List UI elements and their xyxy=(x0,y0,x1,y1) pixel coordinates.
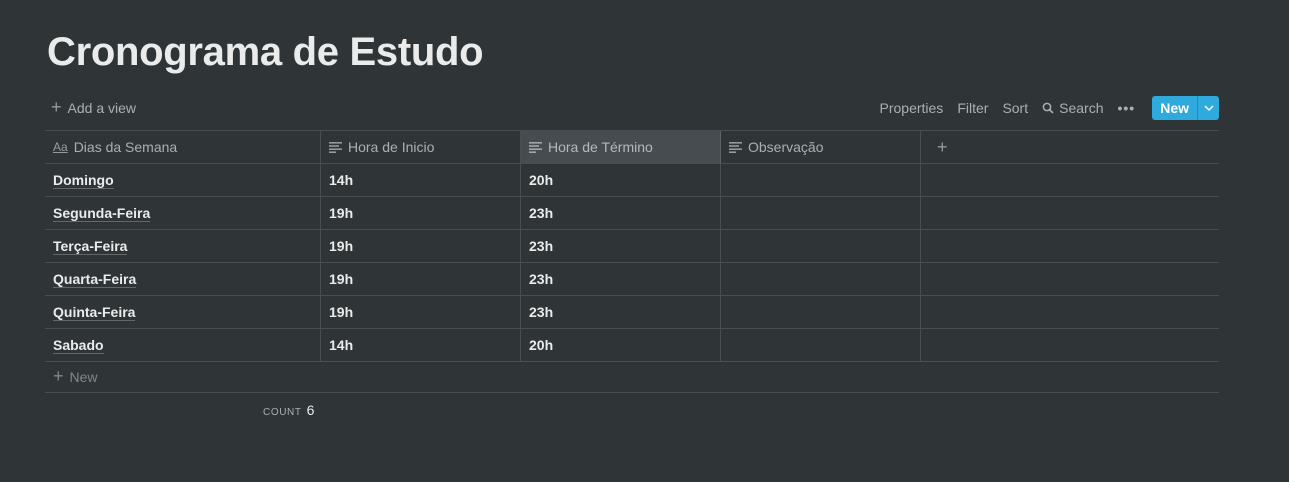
cell-inicio[interactable]: 14h xyxy=(321,164,521,196)
more-options-icon[interactable]: ••• xyxy=(1110,96,1142,120)
cell-termino[interactable]: 23h xyxy=(521,197,721,229)
filter-button[interactable]: Filter xyxy=(950,96,995,120)
chevron-down-icon xyxy=(1203,105,1214,111)
plus-icon: + xyxy=(53,366,64,386)
lines-icon xyxy=(729,141,742,153)
add-view-button[interactable]: + Add a view xyxy=(45,96,142,120)
cell-text: Quarta-Feira xyxy=(53,270,137,288)
database-table: Aa Dias da Semana Hora de Inicio Hora de… xyxy=(45,130,1219,393)
add-view-label: Add a view xyxy=(67,100,136,116)
sort-button[interactable]: Sort xyxy=(995,96,1035,120)
table-row[interactable]: Quinta-Feira 19h 23h xyxy=(45,296,1219,329)
cell-observacao[interactable] xyxy=(721,263,921,295)
plus-icon: + xyxy=(937,136,948,157)
cell-termino[interactable]: 23h xyxy=(521,263,721,295)
cell-inicio[interactable]: 19h xyxy=(321,263,521,295)
text-property-icon: Aa xyxy=(53,140,68,154)
column-header-termino[interactable]: Hora de Término xyxy=(521,131,721,163)
cell-termino[interactable]: 20h xyxy=(521,164,721,196)
cell-empty xyxy=(921,263,1219,295)
cell-dia[interactable]: Quarta-Feira xyxy=(45,263,321,295)
cell-text: Segunda-Feira xyxy=(53,204,151,222)
column-label: Hora de Término xyxy=(548,139,653,155)
add-property-button[interactable]: + xyxy=(921,131,1219,163)
add-row-label: New xyxy=(69,369,98,385)
database-toolbar: + Add a view Properties Filter Sort Sear… xyxy=(45,96,1219,120)
column-label: Dias da Semana xyxy=(73,139,178,155)
cell-inicio[interactable]: 19h xyxy=(321,296,521,328)
column-header-observacao[interactable]: Observação xyxy=(721,131,921,163)
cell-text: Sabado xyxy=(53,336,104,354)
cell-dia[interactable]: Terça-Feira xyxy=(45,230,321,262)
table-row[interactable]: Domingo 14h 20h xyxy=(45,164,1219,197)
cell-observacao[interactable] xyxy=(721,164,921,196)
cell-inicio[interactable]: 14h xyxy=(321,329,521,361)
cell-empty xyxy=(921,296,1219,328)
toolbar-actions: Properties Filter Sort Search ••• New xyxy=(873,96,1219,120)
cell-empty xyxy=(921,329,1219,361)
cell-termino[interactable]: 23h xyxy=(521,296,721,328)
plus-icon: + xyxy=(51,97,62,117)
column-header-dias[interactable]: Aa Dias da Semana xyxy=(45,131,321,163)
cell-dia[interactable]: Segunda-Feira xyxy=(45,197,321,229)
search-label: Search xyxy=(1059,100,1104,116)
table-row[interactable]: Segunda-Feira 19h 23h xyxy=(45,197,1219,230)
table-row[interactable]: Quarta-Feira 19h 23h xyxy=(45,263,1219,296)
table-header: Aa Dias da Semana Hora de Inicio Hora de… xyxy=(45,131,1219,164)
count-label: COUNT xyxy=(263,407,302,418)
cell-text: Terça-Feira xyxy=(53,237,128,255)
new-button[interactable]: New xyxy=(1152,96,1219,120)
lines-icon xyxy=(529,141,542,153)
cell-observacao[interactable] xyxy=(721,230,921,262)
search-button[interactable]: Search xyxy=(1035,96,1110,120)
cell-inicio[interactable]: 19h xyxy=(321,230,521,262)
page: Cronograma de Estudo + Add a view Proper… xyxy=(0,0,1289,482)
column-label: Hora de Inicio xyxy=(348,139,435,155)
cell-observacao[interactable] xyxy=(721,329,921,361)
add-row-button[interactable]: + New xyxy=(45,362,1219,393)
table-body: Domingo 14h 20h Segunda-Feira 19h 23h Te… xyxy=(45,164,1219,362)
cell-text: Quinta-Feira xyxy=(53,303,136,321)
new-dropdown-button[interactable] xyxy=(1197,96,1219,120)
lines-icon xyxy=(329,141,342,153)
cell-dia[interactable]: Sabado xyxy=(45,329,321,361)
cell-inicio[interactable]: 19h xyxy=(321,197,521,229)
table-row[interactable]: Terça-Feira 19h 23h xyxy=(45,230,1219,263)
count-footer[interactable]: COUNT 6 xyxy=(263,402,314,418)
cell-empty xyxy=(921,164,1219,196)
count-value: 6 xyxy=(306,402,315,418)
column-label: Observação xyxy=(748,139,824,155)
cell-observacao[interactable] xyxy=(721,296,921,328)
cell-dia[interactable]: Domingo xyxy=(45,164,321,196)
new-button-label: New xyxy=(1160,100,1189,116)
cell-termino[interactable]: 23h xyxy=(521,230,721,262)
page-title[interactable]: Cronograma de Estudo xyxy=(47,28,484,76)
cell-observacao[interactable] xyxy=(721,197,921,229)
table-row[interactable]: Sabado 14h 20h xyxy=(45,329,1219,362)
column-header-inicio[interactable]: Hora de Inicio xyxy=(321,131,521,163)
cell-empty xyxy=(921,230,1219,262)
cell-termino[interactable]: 20h xyxy=(521,329,721,361)
cell-empty xyxy=(921,197,1219,229)
search-icon xyxy=(1042,102,1054,114)
properties-button[interactable]: Properties xyxy=(873,96,951,120)
cell-dia[interactable]: Quinta-Feira xyxy=(45,296,321,328)
cell-text: Domingo xyxy=(53,171,114,189)
